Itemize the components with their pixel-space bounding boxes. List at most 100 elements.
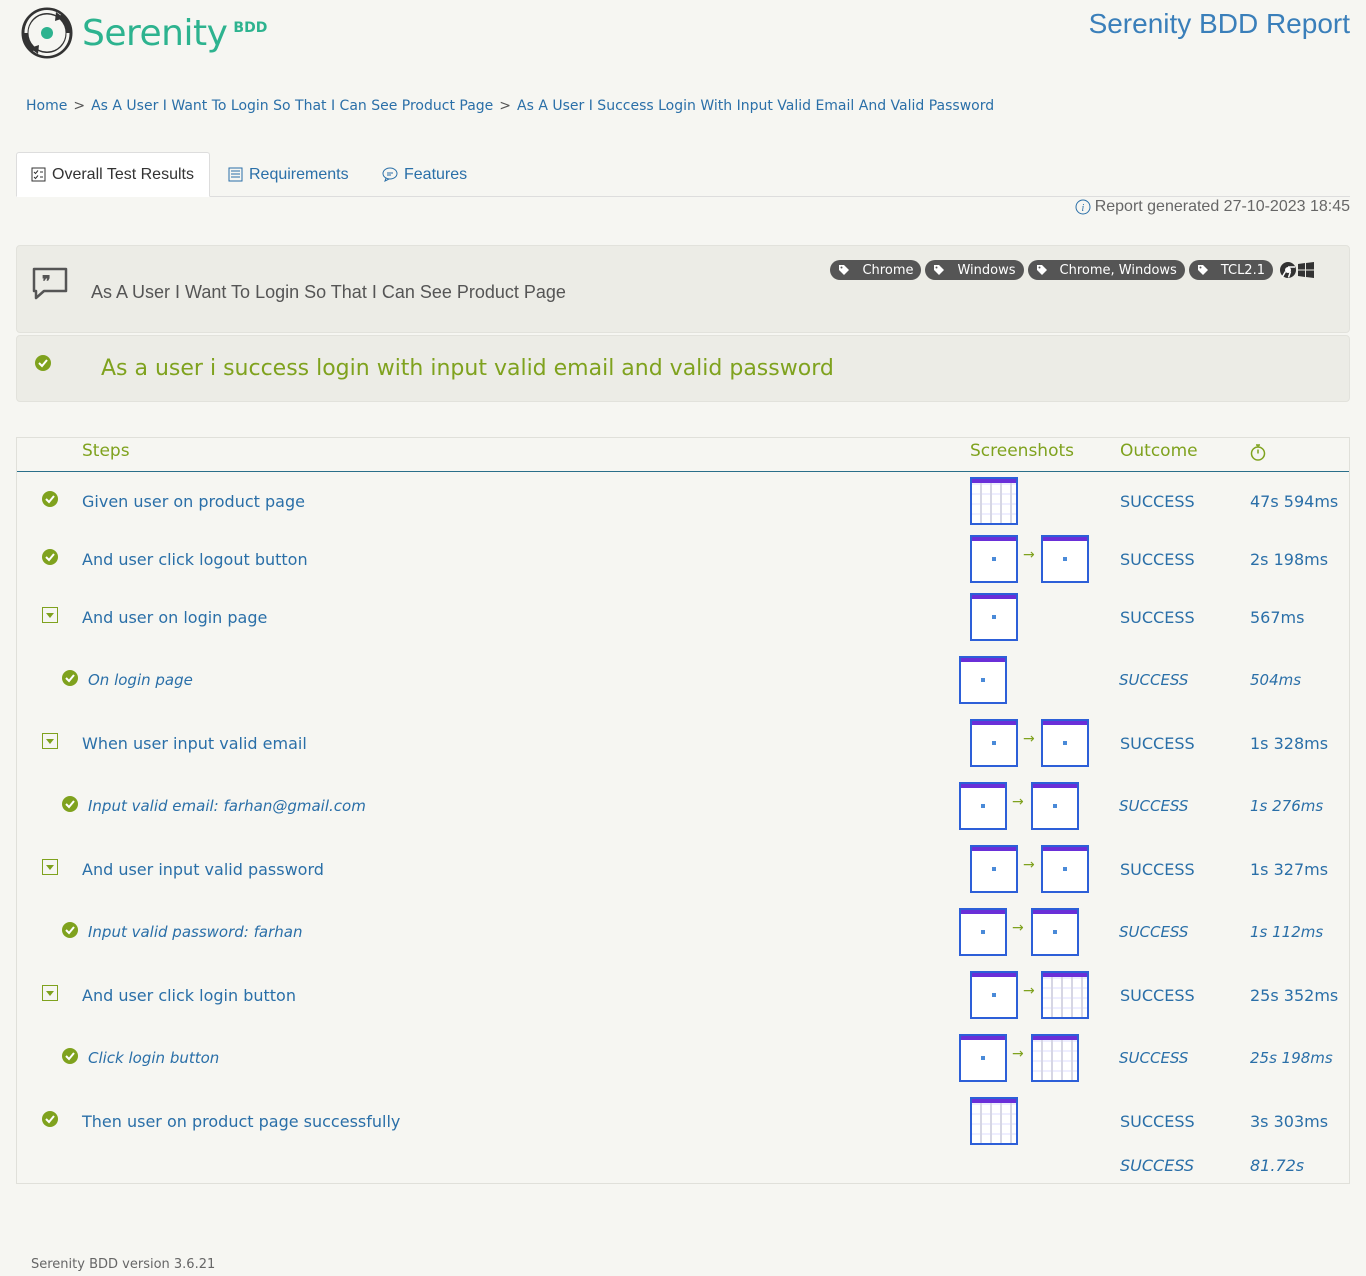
breadcrumb-feature-link[interactable]: As A User I Want To Login So That I Can …: [91, 98, 493, 114]
step-duration: 1s 327ms: [1250, 860, 1329, 879]
substep-description: Input valid password: farhan: [88, 923, 303, 941]
success-check-icon: [62, 1048, 78, 1064]
step-row: When user input valid email → SUCCESS 1s…: [17, 714, 1349, 772]
step-description: And user on login page: [82, 608, 268, 627]
screenshot-thumbnail[interactable]: [970, 845, 1018, 893]
tag-windows[interactable]: Windows: [925, 260, 1024, 280]
arrow-right-icon: →: [1023, 983, 1035, 999]
serenity-logo-icon: [21, 7, 73, 59]
screenshot-thumbnail[interactable]: [1031, 908, 1079, 956]
success-check-icon: [62, 670, 78, 686]
step-duration: 2s 198ms: [1250, 550, 1329, 569]
screenshot-thumbnail[interactable]: [959, 782, 1007, 830]
tag-label: Chrome: [862, 262, 914, 278]
breadcrumb-scenario-link[interactable]: As A User I Success Login With Input Val…: [517, 98, 994, 114]
footer-version: Serenity BDD version 3.6.21: [31, 1257, 216, 1272]
total-row: SUCCESS 81.72s: [17, 1150, 1349, 1184]
screenshot-thumbnail[interactable]: [1041, 845, 1089, 893]
tag-label: TCL2.1: [1220, 262, 1265, 278]
step-duration: 567ms: [1250, 608, 1305, 627]
expand-toggle-icon[interactable]: [42, 859, 58, 875]
arrow-right-icon: →: [1012, 1046, 1024, 1062]
screenshot-thumbnail[interactable]: [1041, 535, 1089, 583]
list-icon: [228, 167, 243, 182]
chrome-icon: [1280, 262, 1296, 278]
screenshot-thumbnail[interactable]: [959, 1034, 1007, 1082]
step-outcome: SUCCESS: [1120, 734, 1195, 753]
steps-table: Steps Screenshots Outcome Given user on …: [16, 437, 1350, 1184]
header-screenshots: Screenshots: [970, 441, 1075, 461]
header-steps: Steps: [82, 441, 130, 461]
screenshot-thumbnail[interactable]: [1041, 719, 1089, 767]
step-outcome: SUCCESS: [1120, 608, 1195, 627]
tab-label: Overall Test Results: [52, 165, 194, 183]
tag-list: Chrome Windows Chrome, Windows TCL2.1: [830, 260, 1315, 280]
step-outcome: SUCCESS: [1119, 797, 1189, 815]
report-title: Serenity BDD Report: [1088, 8, 1350, 39]
step-row: And user input valid password → SUCCESS …: [17, 840, 1349, 898]
tag-tcl[interactable]: TCL2.1: [1188, 260, 1273, 280]
step-description: And user input valid password: [82, 860, 324, 879]
success-check-icon: [42, 1111, 58, 1127]
step-row: And user on login page SUCCESS 567ms: [17, 588, 1349, 646]
tag-icon: [1197, 265, 1208, 275]
success-check-icon: [42, 491, 58, 507]
substep-row: Click login button → SUCCESS 25s 198ms: [17, 1029, 1349, 1087]
tab-label: Features: [404, 165, 468, 183]
serenity-logo[interactable]: Serenity BDD: [20, 6, 267, 60]
screenshot-thumbnail[interactable]: [970, 477, 1018, 525]
step-description: And user click login button: [82, 986, 296, 1005]
substep-description: Input valid email: farhan@gmail.com: [88, 797, 366, 815]
svg-text:❞: ❞: [42, 272, 51, 291]
page-header: Serenity BDD Serenity BDD Report: [0, 0, 1366, 80]
logo-text: Serenity: [82, 12, 228, 54]
info-icon: i: [1075, 199, 1091, 215]
checklist-icon: [31, 167, 46, 182]
screenshot-thumbnail[interactable]: [970, 593, 1018, 641]
step-outcome: SUCCESS: [1120, 986, 1195, 1005]
tag-chrome-windows[interactable]: Chrome, Windows: [1027, 260, 1185, 280]
step-description: And user click logout button: [82, 550, 308, 569]
breadcrumb: Home > As A User I Want To Login So That I…: [26, 98, 994, 114]
tab-overall-test-results[interactable]: Overall Test Results: [16, 152, 210, 197]
screenshot-thumbnail[interactable]: [959, 908, 1007, 956]
screenshot-thumbnail[interactable]: [959, 656, 1007, 704]
screenshot-thumbnail[interactable]: [1031, 1034, 1079, 1082]
screenshot-thumbnail[interactable]: [970, 971, 1018, 1019]
arrow-right-icon: →: [1023, 547, 1035, 563]
report-tabs: Overall Test Results Requirements Featur…: [16, 152, 1350, 197]
scenario-panel: As a user i success login with input val…: [16, 335, 1350, 402]
step-duration: 25s 352ms: [1250, 986, 1339, 1005]
expand-toggle-icon[interactable]: [42, 733, 58, 749]
substep-row: On login page SUCCESS 504ms: [17, 651, 1349, 709]
total-outcome: SUCCESS: [1120, 1156, 1195, 1175]
screenshot-thumbnail[interactable]: [1031, 782, 1079, 830]
step-row: And user click logout button → SUCCESS 2…: [17, 530, 1349, 588]
tab-label: Requirements: [249, 165, 349, 183]
screenshot-thumbnail[interactable]: [970, 1097, 1018, 1145]
tag-chrome[interactable]: Chrome: [830, 260, 922, 280]
screenshot-thumbnail[interactable]: [1041, 971, 1089, 1019]
success-check-icon: [62, 922, 78, 938]
step-outcome: SUCCESS: [1119, 1049, 1189, 1067]
substep-description: Click login button: [88, 1049, 220, 1067]
tab-features[interactable]: Features: [368, 152, 481, 197]
arrow-right-icon: →: [1012, 920, 1024, 936]
screenshot-thumbnail[interactable]: [970, 535, 1018, 583]
substep-row: Input valid password: farhan → SUCCESS 1…: [17, 903, 1349, 961]
step-outcome: SUCCESS: [1120, 1112, 1195, 1131]
scenario-title: As a user i success login with input val…: [101, 356, 834, 381]
breadcrumb-home-link[interactable]: Home: [26, 98, 67, 114]
header-outcome: Outcome: [1120, 441, 1198, 461]
feature-title: As A User I Want To Login So That I Can …: [91, 282, 566, 302]
report-generated-info: i Report generated 27-10-2023 18:45: [1075, 198, 1350, 216]
step-row: Given user on product page SUCCESS 47s 5…: [17, 472, 1349, 530]
substep-description: On login page: [88, 671, 193, 689]
expand-toggle-icon[interactable]: [42, 607, 58, 623]
tab-requirements[interactable]: Requirements: [214, 152, 363, 197]
arrow-right-icon: →: [1012, 794, 1024, 810]
report-generated-text: Report generated 27-10-2023 18:45: [1094, 198, 1350, 215]
quote-comment-icon: ❞: [32, 267, 68, 300]
screenshot-thumbnail[interactable]: [970, 719, 1018, 767]
expand-toggle-icon[interactable]: [42, 985, 58, 1001]
